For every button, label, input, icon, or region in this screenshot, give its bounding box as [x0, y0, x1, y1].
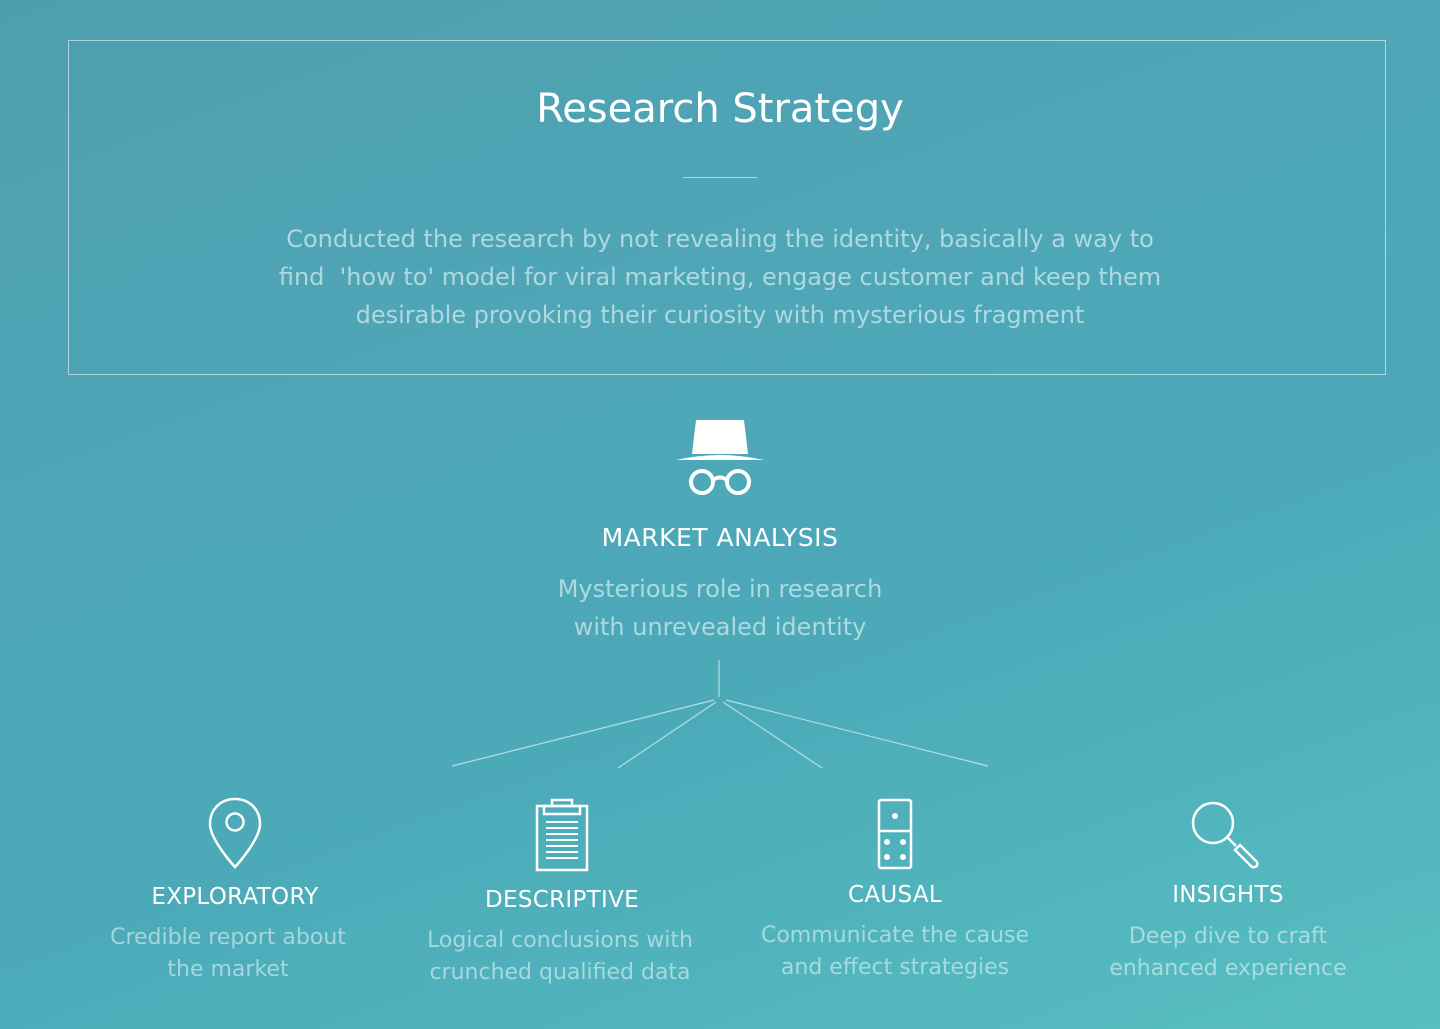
connector-branch-2: [617, 701, 717, 769]
domino-icon: [877, 798, 913, 870]
clipboard-lines: [546, 821, 578, 859]
market-desc-line: Mysterious role in research: [557, 575, 883, 603]
domino-pip: [884, 854, 890, 860]
intro-line: Conducted the research by not revealing …: [286, 225, 1154, 253]
branch-title-causal: CAUSAL: [847, 882, 942, 908]
market-desc-line: with unrevealed identity: [573, 613, 867, 641]
branch-desc-line: crunched qualified data: [429, 960, 691, 985]
branch-desc-line: Credible report about: [110, 925, 346, 950]
hat-brim: [676, 455, 764, 460]
branch-title-exploratory: EXPLORATORY: [151, 884, 319, 910]
branch-title-insights: INSIGHTS: [1172, 882, 1284, 908]
page-title: Research Strategy: [536, 86, 904, 132]
pin-outline: [208, 797, 262, 869]
connector-branch-3: [722, 701, 823, 769]
clipboard-clip-base: [542, 804, 582, 816]
pin-dot: [225, 812, 245, 832]
intro-line: desirable provoking their curiosity with…: [355, 301, 1085, 329]
magnifier-icon: [1191, 801, 1259, 869]
market-analysis-desc: Mysterious role in research with unrevea…: [470, 570, 970, 646]
connector-branch-1: [451, 699, 715, 767]
location-pin-icon: [208, 797, 262, 869]
intro-line: find 'how to' model for viral marketing,…: [278, 263, 1162, 291]
branch-desc-descriptive: Logical conclusions with crunched qualif…: [400, 925, 720, 989]
branch-desc-line: Communicate the cause: [760, 923, 1030, 948]
magnifier-neck: [1227, 837, 1237, 847]
domino-pip: [900, 839, 906, 845]
magnifier-handle: [1233, 843, 1259, 869]
branch-title-descriptive: DESCRIPTIVE: [485, 887, 639, 913]
clipboard-icon: [535, 798, 589, 872]
branch-desc-line: and effect strategies: [780, 955, 1010, 980]
magnifier-lens: [1191, 801, 1235, 845]
branch-desc-line: Logical conclusions with: [427, 928, 693, 953]
intro-paragraph: Conducted the research by not revealing …: [270, 220, 1170, 334]
market-analysis-title: MARKET ANALYSIS: [601, 523, 839, 552]
glasses-right-lens: [725, 469, 751, 495]
glasses-left-lens: [689, 469, 715, 495]
domino-outline: [877, 798, 913, 870]
connector-branch-4: [725, 699, 989, 767]
branch-desc-line: Deep dive to craft: [1128, 924, 1328, 949]
glasses-bridge: [711, 475, 729, 482]
spy-incognito-icon: [676, 420, 764, 495]
domino-pip: [884, 839, 890, 845]
clipboard-board: [535, 804, 589, 872]
hat-crown: [692, 420, 748, 454]
domino-pip: [892, 813, 898, 819]
branch-desc-exploratory: Credible report about the market: [68, 922, 388, 986]
branch-desc-causal: Communicate the cause and effect strateg…: [735, 920, 1055, 984]
title-divider: [683, 177, 757, 178]
domino-pip: [900, 854, 906, 860]
branch-desc-insights: Deep dive to craft enhanced experience: [1068, 921, 1388, 985]
branch-desc-line: the market: [167, 957, 289, 982]
branch-desc-line: enhanced experience: [1109, 956, 1347, 981]
